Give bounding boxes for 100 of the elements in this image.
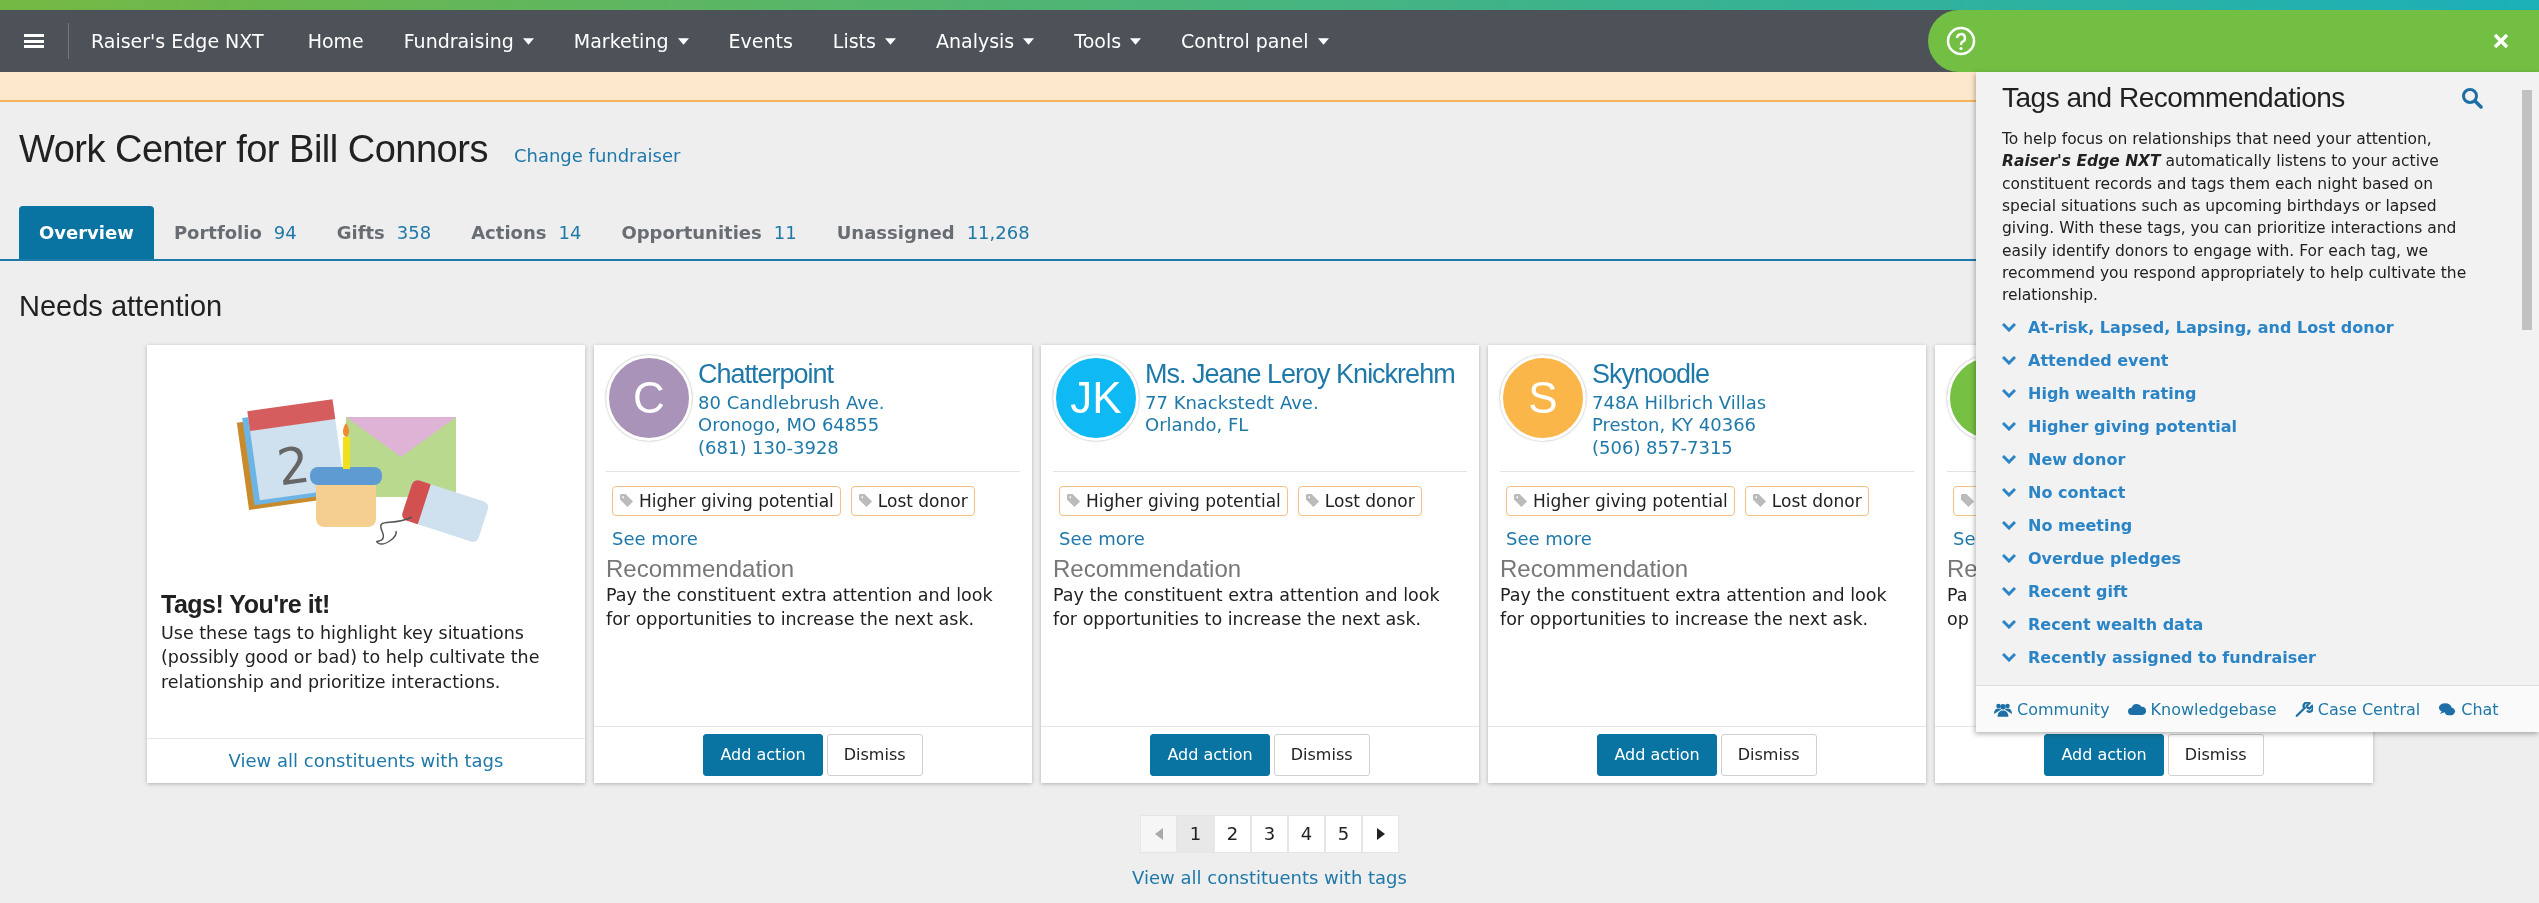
contact-line[interactable]: Preston, KY 40366 <box>1592 414 1757 437</box>
tag-icon <box>1066 493 1081 509</box>
chevron-icon[interactable] <box>2002 520 2016 530</box>
constituent-name-link[interactable]: Chatterpoint <box>698 358 834 390</box>
nav-item[interactable]: Marketing <box>573 30 689 52</box>
add-action-button[interactable]: Add action <box>2044 733 2164 776</box>
nav-item[interactable]: Analysis <box>935 30 1035 52</box>
nav-item[interactable]: Events <box>728 30 793 52</box>
help-topic-link[interactable]: Recent wealth data <box>2028 614 2204 634</box>
caret-icon <box>884 37 896 45</box>
tab[interactable]: Unassigned 11,268 <box>816 206 1050 259</box>
people-icon <box>1994 701 2012 717</box>
help-topic-link[interactable]: Higher giving potential <box>2028 416 2238 436</box>
help-footer-link[interactable]: Community <box>1994 699 2110 719</box>
view-all-link[interactable]: View all constituents with tags <box>228 750 504 772</box>
contact-line[interactable]: Oronogo, MO 64855 <box>698 414 880 437</box>
tag-chip: Higher giving potential <box>612 485 841 516</box>
dismiss-button[interactable]: Dismiss <box>1273 733 1370 776</box>
chevron-icon[interactable] <box>2002 553 2016 563</box>
contact-line[interactable]: Orlando, FL <box>1145 414 1249 437</box>
page-button[interactable]: 2 <box>1214 814 1251 853</box>
see-more-link[interactable]: See more <box>1059 527 1145 549</box>
tag-icon <box>857 493 873 509</box>
help-icon[interactable] <box>1946 26 1976 56</box>
tag-chip: Higher giving potential <box>1059 485 1288 516</box>
add-action-button[interactable]: Add action <box>703 733 823 776</box>
tag-icon <box>1304 493 1320 509</box>
nav-item[interactable]: Lists <box>832 30 896 52</box>
page-button[interactable]: 1 <box>1177 814 1214 853</box>
search-icon[interactable] <box>2461 87 2483 109</box>
tag-icon <box>1751 493 1767 509</box>
tab[interactable]: Gifts 358 <box>316 206 452 259</box>
tag-chip: Lost donor <box>1297 485 1422 516</box>
next-page-button[interactable] <box>1362 814 1399 853</box>
add-action-button[interactable]: Add action <box>1597 733 1717 776</box>
chevron-icon[interactable] <box>2002 322 2016 332</box>
constituent-name-link[interactable]: Ms. Jeane Leroy Knickrehm <box>1145 358 1455 390</box>
help-topic-link[interactable]: High wealth rating <box>2028 383 2197 403</box>
section-title: Needs attention <box>19 291 223 323</box>
help-footer-link[interactable]: Knowledgebase <box>2127 699 2277 719</box>
constituent-name-link[interactable]: Skynoodle <box>1592 358 1710 390</box>
see-more-link[interactable]: See more <box>612 527 698 549</box>
see-more-link[interactable]: Se <box>1953 527 1976 549</box>
menu-icon[interactable] <box>24 32 44 50</box>
tag-chip: Higher giving potential <box>1506 485 1735 516</box>
chevron-icon[interactable] <box>2002 454 2016 464</box>
help-topic-link[interactable]: Attended event <box>2028 350 2169 370</box>
contact-line[interactable]: 77 Knackstedt Ave. <box>1145 391 1319 415</box>
see-more-link[interactable]: See more <box>1506 527 1592 549</box>
chevron-icon[interactable] <box>2002 619 2016 629</box>
help-title: Tags and Recommendations <box>2002 82 2345 114</box>
change-fundraiser-link[interactable]: Change fundraiser <box>513 145 681 166</box>
contact-line[interactable]: (506) 857-7315 <box>1592 436 1733 460</box>
contact-line[interactable]: 748A Hilbrich Villas <box>1592 391 1767 415</box>
contact-line[interactable]: (681) 130-3928 <box>698 436 839 460</box>
caret-right-icon <box>1376 827 1385 840</box>
help-topic-link[interactable]: Recently assigned to fundraiser <box>2028 647 2316 667</box>
caret-left-icon <box>1154 827 1163 840</box>
help-topic-link[interactable]: No meeting <box>2028 515 2133 535</box>
brand-link[interactable]: Raiser's Edge NXT <box>91 30 264 52</box>
recommendation-text: Pa <box>1947 583 1968 607</box>
wrench-icon <box>2294 701 2313 717</box>
recommendation-heading: Recommendation <box>1053 554 1242 583</box>
chevron-icon[interactable] <box>2002 586 2016 596</box>
nav-item[interactable]: Control panel <box>1181 30 1329 52</box>
chat-icon <box>2438 701 2457 717</box>
help-topic-link[interactable]: No contact <box>2028 482 2126 502</box>
tab[interactable]: Overview <box>19 206 154 259</box>
caret-icon <box>1023 37 1035 45</box>
help-topic-link[interactable]: Recent gift <box>2028 581 2128 601</box>
dismiss-button[interactable]: Dismiss <box>1720 733 1817 776</box>
page-button[interactable]: 4 <box>1288 814 1325 853</box>
cloud-icon <box>2127 701 2146 717</box>
chevron-icon[interactable] <box>2002 487 2016 497</box>
chevron-icon[interactable] <box>2002 421 2016 431</box>
dismiss-button[interactable]: Dismiss <box>2167 733 2264 776</box>
tab[interactable]: Opportunities 11 <box>601 206 817 259</box>
help-footer-link[interactable]: Case Central <box>2294 699 2421 719</box>
help-topic-link[interactable]: Overdue pledges <box>2028 548 2182 568</box>
page-button[interactable]: 3 <box>1251 814 1288 853</box>
chevron-icon[interactable] <box>2002 652 2016 662</box>
tab[interactable]: Actions 14 <box>451 206 602 259</box>
tag-icon <box>619 493 634 509</box>
help-topic-link[interactable]: At-risk, Lapsed, Lapsing, and Lost donor <box>2028 317 2394 337</box>
help-topic-link[interactable]: New donor <box>2028 449 2126 469</box>
help-footer-link[interactable]: Chat <box>2438 699 2499 719</box>
nav-item[interactable]: Tools <box>1074 30 1142 52</box>
intro-heading: Tags! You're it! <box>161 589 331 619</box>
page-button[interactable]: 5 <box>1325 814 1362 853</box>
nav-item[interactable]: Home <box>307 30 364 52</box>
recommendation-text: Pay the constituent extra attention and look for opportunities to increase the next ask. <box>1053 583 1441 632</box>
chevron-icon[interactable] <box>2002 355 2016 365</box>
chevron-icon[interactable] <box>2002 388 2016 398</box>
view-all-link[interactable]: View all constituents with tags <box>1132 866 1407 888</box>
tab[interactable]: Portfolio 94 <box>153 206 317 259</box>
close-icon[interactable] <box>2493 33 2509 49</box>
contact-line[interactable]: 80 Candlebrush Ave. <box>698 391 885 415</box>
dismiss-button[interactable]: Dismiss <box>826 733 923 776</box>
add-action-button[interactable]: Add action <box>1150 733 1270 776</box>
nav-item[interactable]: Fundraising <box>403 30 534 52</box>
